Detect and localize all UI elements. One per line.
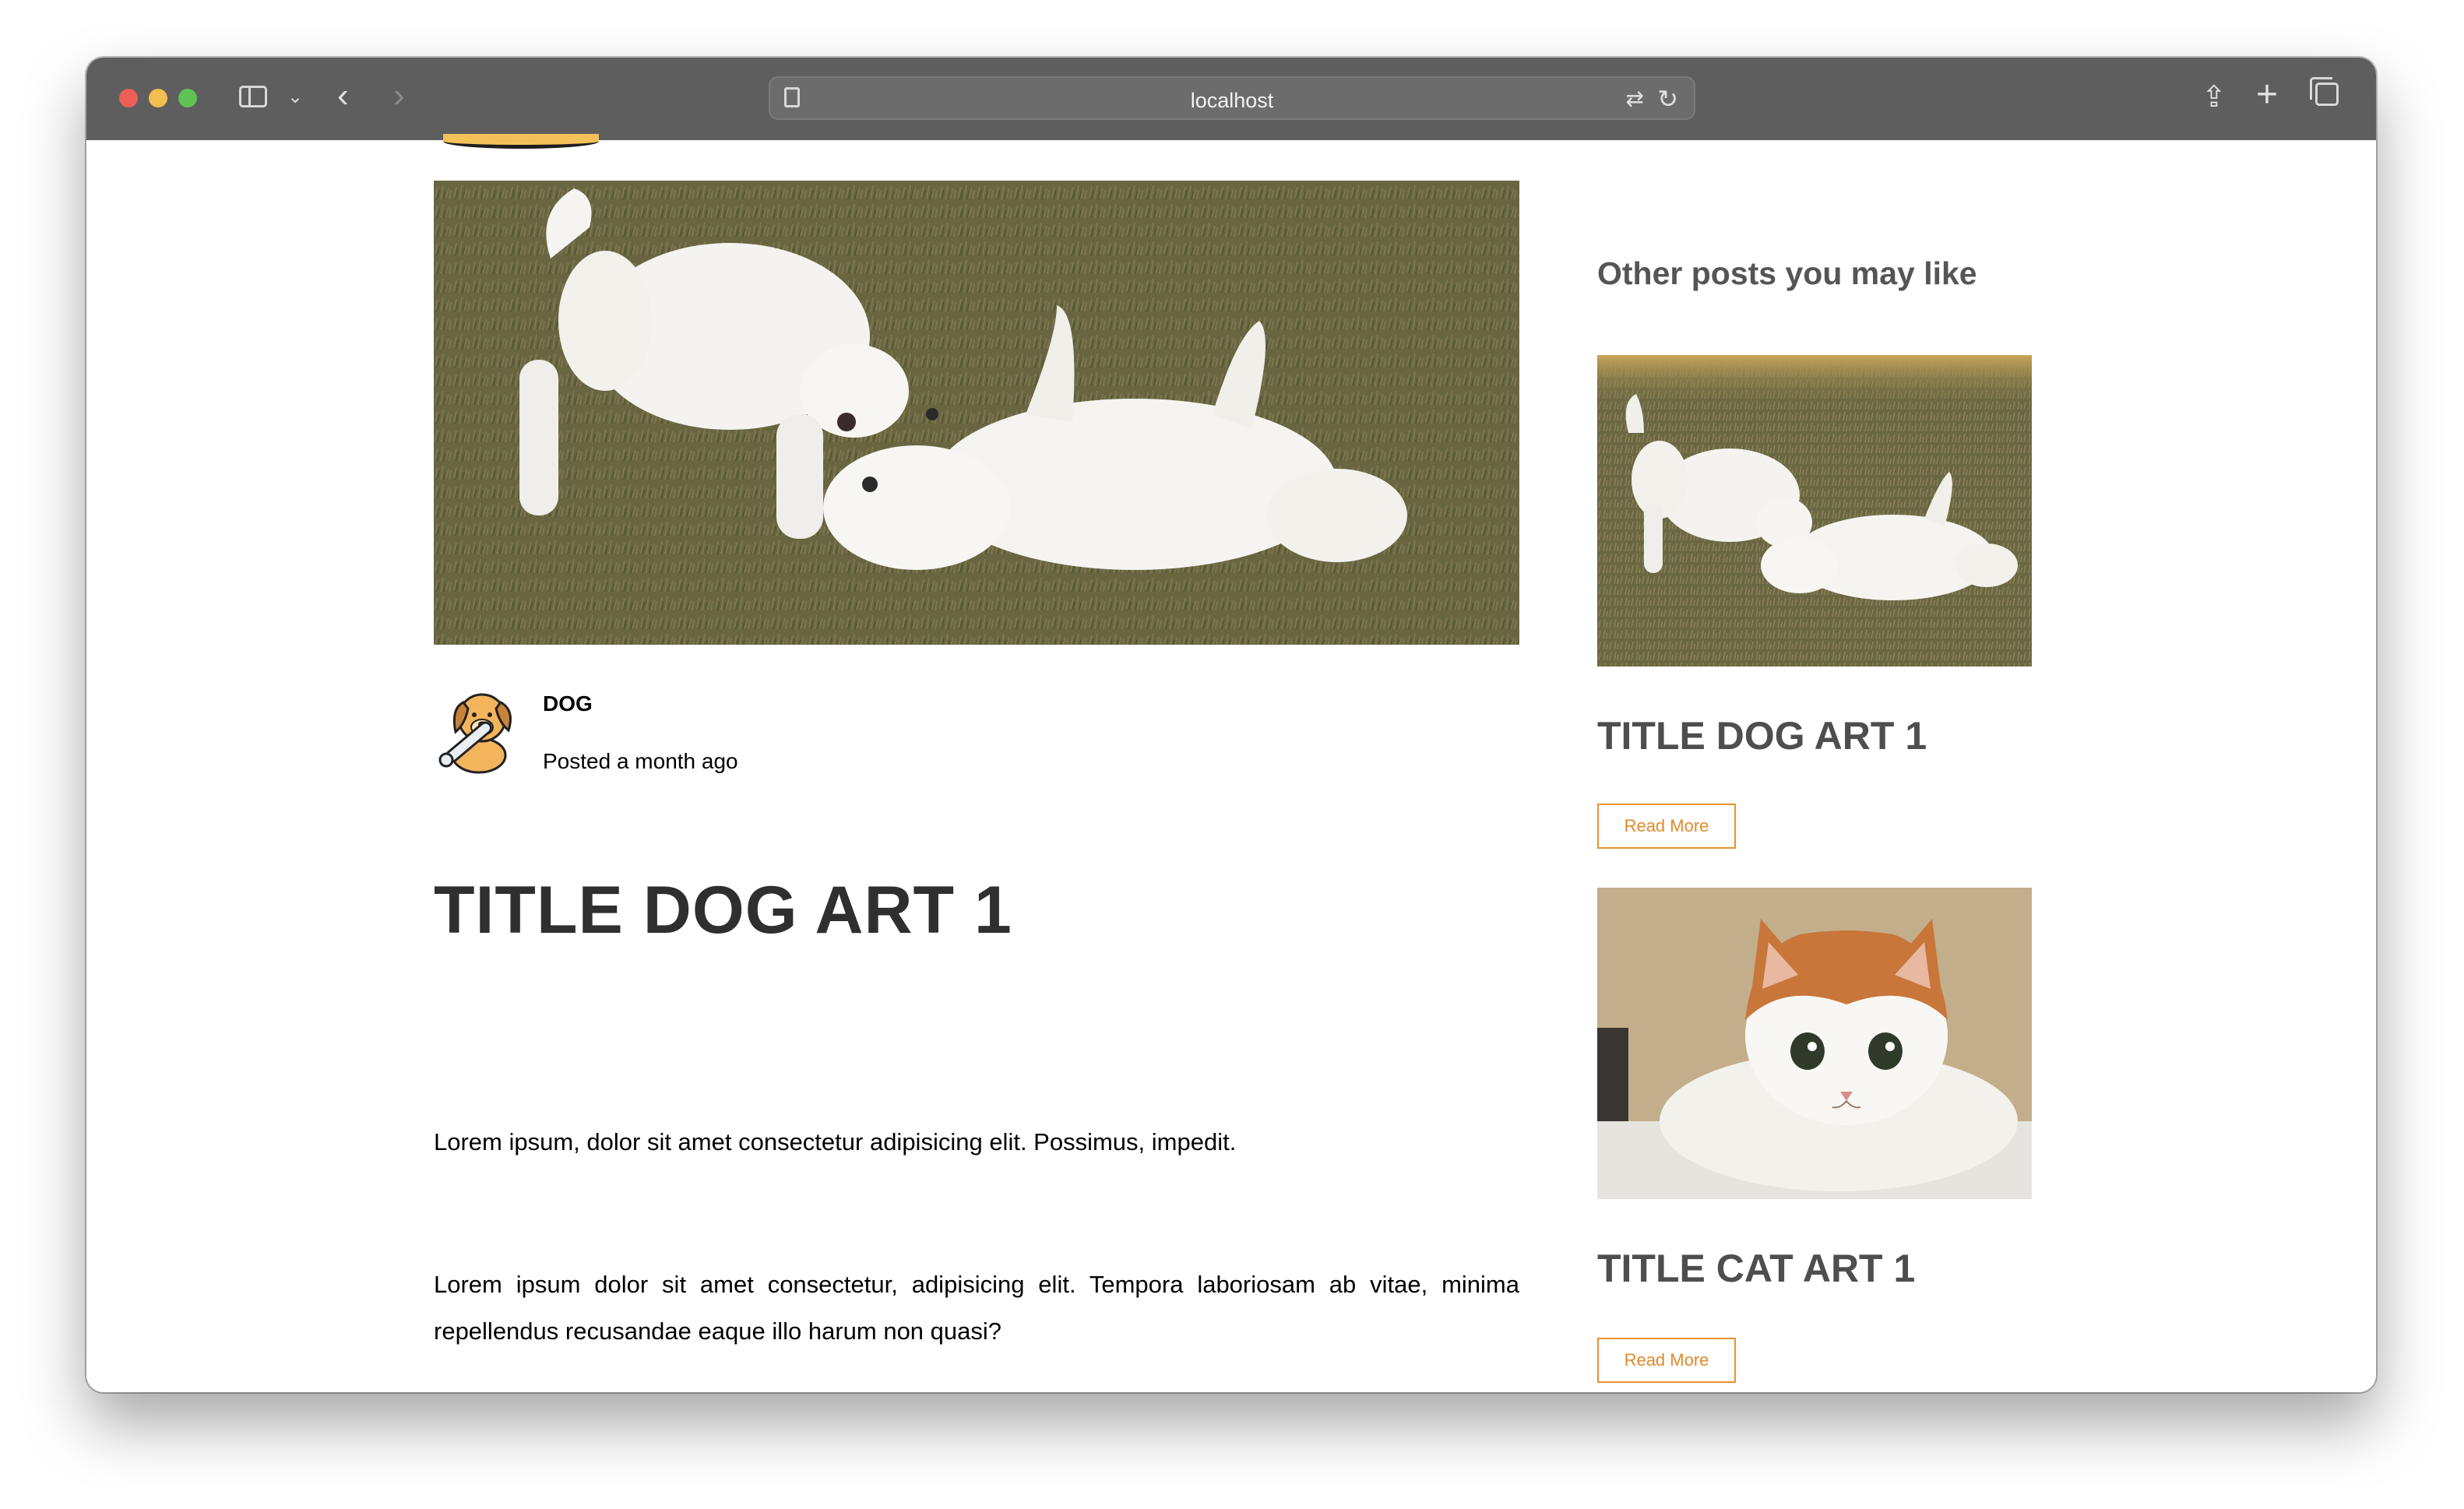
- browser-titlebar: ⌄ ‹ › localhost ⇄ ↻ ⇪ +: [86, 58, 2376, 142]
- related-post-image[interactable]: [1597, 355, 2032, 667]
- new-tab-icon[interactable]: +: [2256, 73, 2278, 116]
- related-post-title[interactable]: TITLE DOG ART 1: [1597, 713, 1927, 758]
- browser-window: ⌄ ‹ › localhost ⇄ ↻ ⇪ + DOG Posted a mon…: [86, 58, 2376, 1392]
- related-post-image[interactable]: [1597, 888, 2032, 1199]
- page-title: TITLE DOG ART 1: [434, 873, 1012, 948]
- tabs-overview-icon[interactable]: [2310, 77, 2339, 106]
- post-paragraph: Lorem ipsum dolor sit amet consectetur, …: [434, 1271, 1519, 1345]
- reload-icon[interactable]: ↻: [1657, 84, 1678, 114]
- zoom-window-button[interactable]: [178, 89, 197, 107]
- hero-image: [434, 181, 1519, 645]
- author-name: DOG: [543, 691, 593, 716]
- author-avatar: [434, 685, 524, 776]
- url-text[interactable]: localhost: [770, 89, 1694, 113]
- close-window-button[interactable]: [119, 89, 138, 107]
- post-date: Posted a month ago: [543, 749, 738, 773]
- share-icon[interactable]: ⇪: [2202, 79, 2226, 114]
- address-bar[interactable]: localhost ⇄ ↻: [769, 76, 1695, 120]
- related-post-title[interactable]: TITLE CAT ART 1: [1597, 1246, 1915, 1291]
- related-posts-heading: Other posts you may like: [1597, 255, 1977, 291]
- page-content: DOG Posted a month ago TITLE DOG ART 1 L…: [86, 134, 2376, 1392]
- post-paragraph: Lorem ipsum, dolor sit amet consectetur …: [434, 1128, 1237, 1155]
- translate-icon[interactable]: ⇄: [1626, 86, 1644, 111]
- read-more-button[interactable]: Read More: [1597, 1338, 1736, 1383]
- sidebar-icon[interactable]: [239, 86, 267, 107]
- forward-icon[interactable]: ›: [393, 76, 405, 115]
- read-more-button[interactable]: Read More: [1597, 804, 1736, 849]
- minimize-window-button[interactable]: [149, 89, 167, 107]
- back-icon[interactable]: ‹: [337, 76, 349, 115]
- site-logo[interactable]: [443, 134, 599, 149]
- chevron-down-icon[interactable]: ⌄: [287, 86, 303, 108]
